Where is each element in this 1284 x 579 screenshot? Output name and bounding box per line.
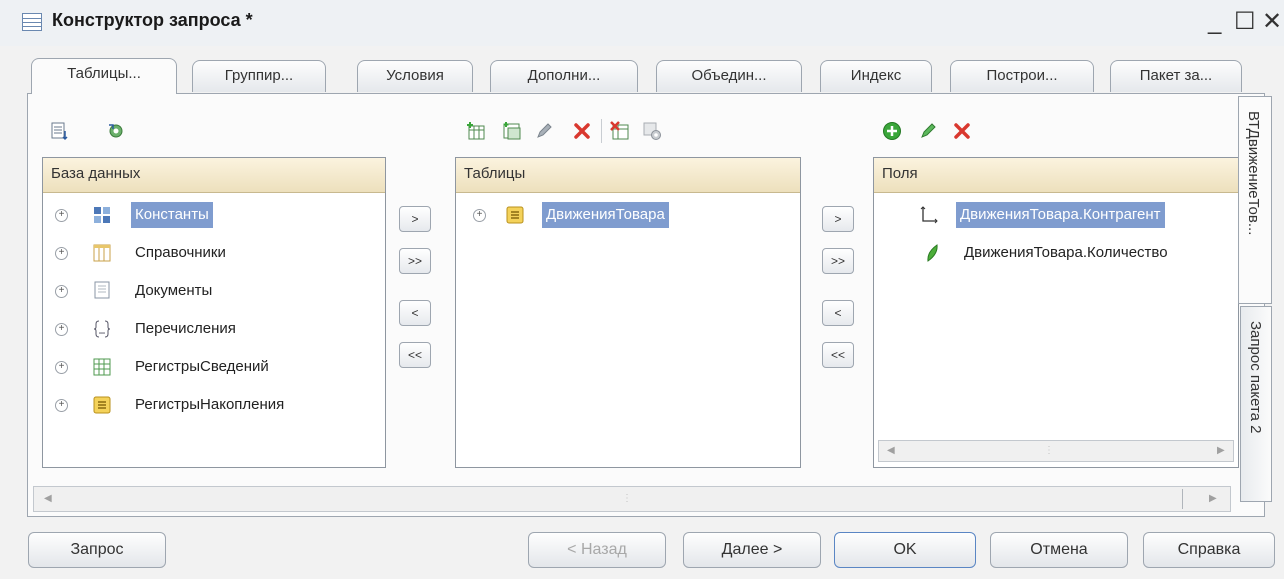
side-tab-label: ВТДвижениеТов... bbox=[1245, 111, 1262, 236]
scroll-thumb-grip[interactable]: ⋮ bbox=[622, 493, 632, 504]
expand-icon[interactable]: + bbox=[55, 361, 68, 374]
tree-item-label: Константы bbox=[131, 202, 213, 228]
side-tab-temp-table[interactable]: ВТДвижениеТов... bbox=[1238, 96, 1272, 304]
minimize-button[interactable]: _ bbox=[1208, 8, 1221, 36]
tab-grouping[interactable]: Группир... bbox=[192, 60, 326, 92]
back-button[interactable]: < Назад bbox=[528, 532, 666, 568]
delete-field-icon[interactable] bbox=[952, 121, 972, 141]
tree-item-catalogs[interactable]: + Справочники bbox=[43, 240, 383, 266]
tab-builder[interactable]: Построи... bbox=[950, 60, 1094, 92]
tree-item-label: Документы bbox=[135, 282, 213, 299]
settings-refresh-icon[interactable] bbox=[106, 121, 126, 141]
side-tab-label: Запрос пакета 2 bbox=[1247, 321, 1264, 434]
toolbar-separator bbox=[601, 119, 602, 143]
tree-item-movements[interactable]: + ДвиженияТовара bbox=[456, 202, 798, 228]
tab-conditions[interactable]: Условия bbox=[357, 60, 473, 92]
field-item-label: ДвиженияТовара.Количество bbox=[964, 244, 1168, 261]
tree-item-label: ДвиженияТовара bbox=[542, 202, 669, 228]
tab-additional[interactable]: Дополни... bbox=[490, 60, 638, 92]
side-tab-batch-query-2[interactable]: Запрос пакета 2 bbox=[1240, 306, 1272, 502]
tree-item-label: Справочники bbox=[135, 244, 226, 261]
tree-item-label: РегистрыНакопления bbox=[135, 396, 285, 413]
window-table-icon bbox=[22, 13, 42, 31]
scroll-thumb-grip[interactable]: ⋮ bbox=[1044, 445, 1054, 456]
ok-button[interactable]: OK bbox=[834, 532, 976, 568]
expand-icon[interactable]: + bbox=[55, 323, 68, 336]
resource-icon bbox=[927, 244, 938, 262]
field-item-label: ДвиженияТовара.Контрагент bbox=[956, 202, 1165, 228]
accum-registers-icon bbox=[93, 396, 111, 414]
edit-pencil-icon[interactable] bbox=[534, 121, 554, 141]
database-panel: База данных + Константы + Справочники + … bbox=[42, 157, 386, 468]
remove-all-fields-button[interactable]: << bbox=[822, 342, 854, 368]
remove-all-tables-button[interactable]: << bbox=[399, 342, 431, 368]
expand-icon[interactable]: + bbox=[473, 209, 486, 222]
expand-icon[interactable]: + bbox=[55, 209, 68, 222]
add-all-fields-button[interactable]: >> bbox=[822, 248, 854, 274]
tables-panel-header: Таблицы bbox=[456, 158, 800, 193]
tab-index[interactable]: Индекс bbox=[820, 60, 932, 92]
fields-panel-header: Поля bbox=[874, 158, 1238, 193]
next-button[interactable]: Далее > bbox=[683, 532, 821, 568]
field-item-quantity[interactable]: ДвиженияТовара.Количество bbox=[874, 240, 1236, 266]
window-title: Конструктор запроса * bbox=[52, 10, 253, 30]
close-button[interactable]: ✕ bbox=[1262, 8, 1282, 36]
list-icon[interactable] bbox=[50, 121, 70, 141]
tables-panel: Таблицы + ДвиженияТовара bbox=[455, 157, 801, 468]
help-button[interactable]: Справка bbox=[1143, 532, 1275, 568]
tab-batch[interactable]: Пакет за... bbox=[1110, 60, 1242, 92]
scroll-right-icon[interactable]: ▶ bbox=[1209, 493, 1217, 504]
delete-icon[interactable] bbox=[572, 121, 592, 141]
expand-icon[interactable]: + bbox=[55, 399, 68, 412]
dimension-icon bbox=[920, 206, 938, 224]
add-table-button[interactable]: > bbox=[399, 206, 431, 232]
add-circle-icon[interactable] bbox=[882, 121, 902, 141]
tab-unions[interactable]: Объедин... bbox=[656, 60, 802, 92]
fields-panel: Поля ДвиженияТовара.Контрагент ДвиженияТ… bbox=[873, 157, 1239, 468]
field-item-counterparty[interactable]: ДвиженияТовара.Контрагент bbox=[874, 202, 1236, 228]
expand-icon[interactable]: + bbox=[55, 285, 68, 298]
remove-table-button[interactable]: < bbox=[399, 300, 431, 326]
query-button[interactable]: Запрос bbox=[28, 532, 166, 568]
scroll-divider bbox=[1182, 489, 1183, 509]
remove-field-button[interactable]: < bbox=[822, 300, 854, 326]
tab-tables[interactable]: Таблицы... bbox=[31, 58, 177, 94]
documents-icon bbox=[94, 281, 110, 299]
scroll-left-icon[interactable]: ◀ bbox=[44, 493, 52, 504]
delete-table-icon[interactable] bbox=[610, 121, 630, 141]
query-builder-window: Конструктор запроса * _ ☐ ✕ Таблицы... Г… bbox=[0, 0, 1284, 579]
edit-pencil-green-icon[interactable] bbox=[918, 121, 938, 141]
catalogs-icon bbox=[93, 244, 111, 262]
tree-item-documents[interactable]: + Документы bbox=[43, 278, 383, 304]
add-all-tables-button[interactable]: >> bbox=[399, 248, 431, 274]
accum-register-icon bbox=[506, 206, 524, 224]
add-nested-query-icon[interactable] bbox=[502, 121, 522, 141]
main-horizontal-scrollbar[interactable]: ◀ ⋮ ▶ bbox=[33, 486, 1231, 512]
tree-item-constants[interactable]: + Константы bbox=[43, 202, 383, 228]
scroll-left-icon[interactable]: ◀ bbox=[887, 445, 895, 456]
cancel-button[interactable]: Отмена bbox=[990, 532, 1128, 568]
add-field-button[interactable]: > bbox=[822, 206, 854, 232]
maximize-button[interactable]: ☐ bbox=[1234, 8, 1256, 36]
add-table-icon[interactable] bbox=[466, 121, 486, 141]
scroll-right-icon[interactable]: ▶ bbox=[1217, 445, 1225, 456]
title-bar: Конструктор запроса * _ ☐ ✕ bbox=[0, 0, 1284, 46]
tree-item-info-registers[interactable]: + РегистрыСведений bbox=[43, 354, 383, 380]
tree-item-enums[interactable]: + Перечисления bbox=[43, 316, 383, 342]
table-settings-icon[interactable] bbox=[642, 121, 662, 141]
tree-item-label: РегистрыСведений bbox=[135, 358, 269, 375]
tree-item-label: Перечисления bbox=[135, 320, 236, 337]
fields-horizontal-scrollbar[interactable]: ◀ ⋮ ▶ bbox=[878, 440, 1234, 462]
tree-item-accum-registers[interactable]: + РегистрыНакопления bbox=[43, 392, 383, 418]
expand-icon[interactable]: + bbox=[55, 247, 68, 260]
database-panel-header: База данных bbox=[43, 158, 385, 193]
info-registers-icon bbox=[93, 358, 111, 376]
enums-icon bbox=[93, 320, 111, 338]
constants-icon bbox=[94, 207, 110, 223]
